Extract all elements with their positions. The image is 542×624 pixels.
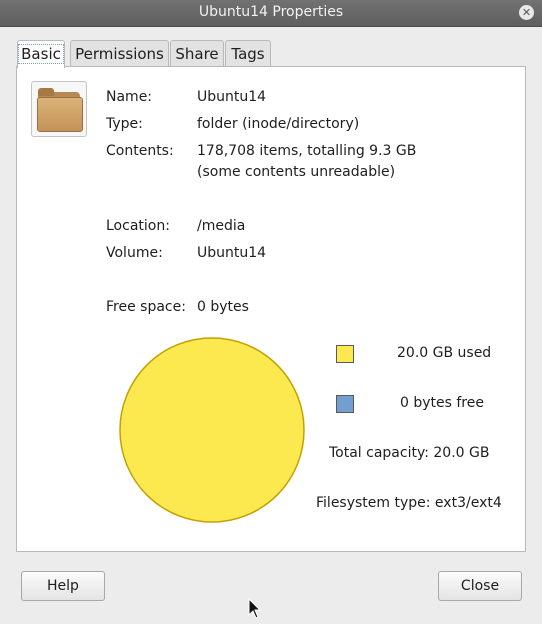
name-value[interactable]: Ubuntu14	[197, 87, 266, 107]
contents-note: (some contents unreadable)	[197, 164, 396, 180]
location-label: Location:	[106, 218, 170, 234]
name-label: Name:	[106, 89, 153, 105]
used-color-swatch	[336, 345, 354, 363]
volume-label: Volume:	[106, 245, 163, 261]
tab-tags[interactable]: Tags	[225, 40, 271, 67]
filesystem-type-text: Filesystem type: ext3/ext4	[316, 495, 502, 511]
free-legend-text: 0 bytes free	[400, 395, 484, 411]
usage-pie-chart	[119, 337, 305, 527]
type-value: folder (inode/directory)	[197, 116, 360, 132]
tab-basic[interactable]: Basic	[17, 40, 65, 68]
basic-panel: Name: Ubuntu14 Type: folder (inode/direc…	[16, 66, 526, 552]
help-button[interactable]: Help	[21, 571, 105, 601]
free-color-swatch	[336, 395, 354, 413]
title-bar: Ubuntu14 Properties ✕	[0, 0, 542, 27]
tab-share[interactable]: Share	[170, 40, 224, 67]
tab-permissions[interactable]: Permissions	[70, 40, 169, 67]
total-capacity-text: Total capacity: 20.0 GB	[329, 445, 490, 461]
pie-slice-0	[119, 337, 305, 523]
folder-icon-button[interactable]	[31, 81, 87, 137]
contents-value: 178,708 items, totalling 9.3 GB	[197, 143, 417, 159]
window-title: Ubuntu14 Properties	[198, 4, 344, 20]
mouse-pointer-icon	[248, 597, 262, 624]
free-space-value: 0 bytes	[197, 299, 249, 315]
usage-pie-svg	[119, 337, 305, 523]
tab-basic-label: Basic	[18, 44, 64, 64]
close-button[interactable]: Close	[438, 571, 522, 601]
location-value: /media	[197, 218, 246, 234]
free-space-label: Free space:	[106, 299, 186, 315]
used-legend-text: 20.0 GB used	[397, 345, 492, 361]
type-label: Type:	[106, 116, 143, 132]
close-icon[interactable]: ✕	[519, 5, 534, 20]
volume-value: Ubuntu14	[197, 245, 267, 261]
contents-label: Contents:	[106, 143, 174, 159]
